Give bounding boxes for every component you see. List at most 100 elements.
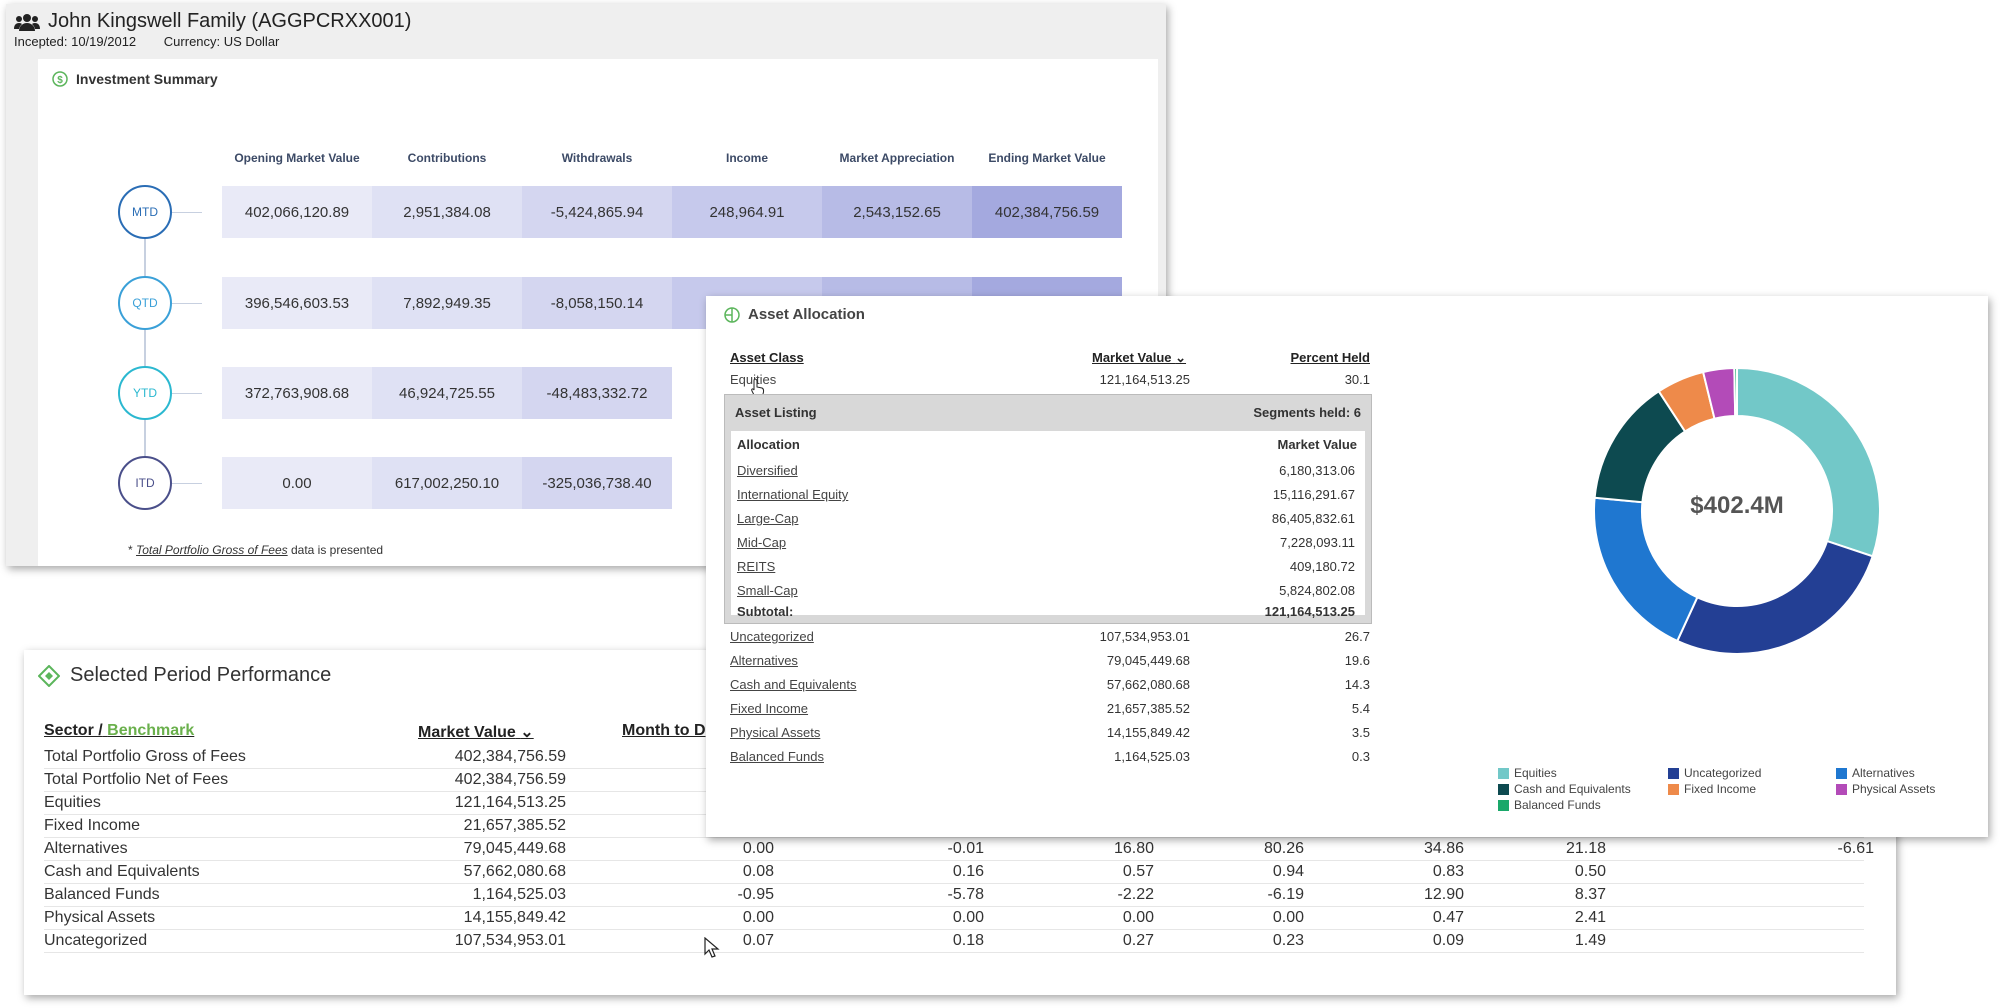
col-aa-market-value[interactable]: Market Value ⌄	[1092, 350, 1186, 366]
col-percent-held[interactable]: Percent Held	[1286, 350, 1370, 365]
performance-return-value: 0.00	[1122, 909, 1154, 926]
legend-label: Uncategorized	[1684, 766, 1762, 780]
ytd-opening-value: 372,763,908.68	[222, 367, 372, 419]
period-ytd[interactable]: YTD	[118, 366, 172, 420]
listing-market-value: 409,180.72	[1289, 559, 1355, 574]
performance-title: Selected Period Performance	[38, 664, 331, 687]
performance-return-value: -0.01	[947, 840, 984, 857]
timeline-branch	[172, 483, 202, 484]
donut-slice-uncategorized[interactable]	[1675, 539, 1874, 655]
donut-total-label: $402.4M	[1690, 492, 1784, 519]
performance-return-value: 0.83	[1432, 863, 1464, 880]
qtd-contributions: 7,892,949.35	[372, 277, 522, 329]
col-sector-benchmark[interactable]: Sector / Benchmark	[44, 722, 194, 740]
legend-item[interactable]: Uncategorized	[1668, 766, 1761, 780]
listing-market-value: 7,228,093.11	[1280, 535, 1355, 550]
donut-slice-balanced-funds[interactable]	[1733, 366, 1738, 418]
subtotal-label: Subtotal:	[737, 604, 794, 619]
listing-allocation-link[interactable]: Diversified	[737, 463, 798, 478]
legend-item[interactable]: Cash and Equivalents	[1498, 782, 1631, 796]
legend-swatch	[1668, 767, 1679, 779]
asset-row[interactable]: Cash and Equivalents 57,662,080.68 14.3	[730, 673, 1370, 697]
asset-class-link[interactable]: Uncategorized	[730, 629, 814, 644]
asset-class-link[interactable]: Alternatives	[730, 653, 798, 668]
investment-summary-label: Investment Summary	[76, 71, 218, 87]
asset-row[interactable]: Alternatives 79,045,449.68 19.6	[730, 649, 1370, 673]
performance-sector-name: Uncategorized	[44, 932, 148, 949]
legend-item[interactable]: Alternatives	[1836, 766, 1915, 780]
listing-row[interactable]: REITS 409,180.72	[737, 555, 1357, 579]
period-mtd[interactable]: MTD	[118, 185, 172, 239]
footnote-link[interactable]: Total Portfolio Gross of Fees	[136, 543, 288, 557]
legend-item[interactable]: Physical Assets	[1836, 782, 1935, 796]
performance-market-value: 402,384,756.59	[454, 748, 566, 765]
asset-class-link[interactable]: Fixed Income	[730, 701, 808, 716]
asset-percent: 14.3	[1344, 677, 1370, 692]
asset-market-value: 21,657,385.52	[1106, 701, 1190, 716]
legend-item[interactable]: Equities	[1498, 766, 1557, 780]
performance-return-value: 0.27	[1122, 932, 1154, 949]
performance-market-value: 21,657,385.52	[463, 817, 566, 834]
portfolio-title-text: John Kingswell Family (AGGPCRXX001)	[48, 10, 412, 32]
performance-market-value: 1,164,525.03	[472, 886, 566, 903]
performance-return-value: 0.00	[742, 909, 774, 926]
asset-row[interactable]: Uncategorized 107,534,953.01 26.7	[730, 625, 1370, 649]
asset-row[interactable]: Balanced Funds 1,164,525.03 0.3	[730, 745, 1370, 769]
performance-market-value: 14,155,849.42	[463, 909, 566, 926]
performance-market-value: 57,662,080.68	[463, 863, 566, 880]
listing-allocation-link[interactable]: REITS	[737, 559, 775, 574]
listing-row[interactable]: Small-Cap 5,824,802.08	[737, 579, 1357, 603]
performance-market-value: 107,534,953.01	[454, 932, 566, 949]
svg-text:$: $	[57, 75, 63, 86]
subtotal-value: 121,164,513.25	[1264, 604, 1355, 619]
asset-percent: 3.5	[1351, 725, 1370, 740]
itd-contributions: 617,002,250.10	[372, 457, 522, 509]
itd-opening-value: 0.00	[222, 457, 372, 509]
performance-title-text: Selected Period Performance	[70, 664, 332, 686]
performance-return-value: 0.07	[742, 932, 774, 949]
listing-allocation-link[interactable]: Small-Cap	[737, 583, 798, 598]
performance-return-value: -6.19	[1267, 886, 1304, 903]
asset-class-link[interactable]: Balanced Funds	[730, 749, 824, 764]
listing-allocation-link[interactable]: Mid-Cap	[737, 535, 786, 550]
col-market-value-sort[interactable]: Market Value ⌄	[418, 722, 534, 742]
listing-row[interactable]: Diversified 6,180,313.06	[737, 459, 1357, 483]
currency-label: Currency: US Dollar	[163, 34, 280, 49]
asset-class-link[interactable]: Physical Assets	[730, 725, 820, 740]
performance-row: Uncategorized 107,534,953.01 0.07 0.18 0.27 0…	[44, 930, 1864, 953]
mtd-market-appreciation: 2,543,152.65	[822, 186, 972, 238]
legend-label: Fixed Income	[1684, 782, 1757, 796]
asset-market-value: 121,164,513.25	[1099, 372, 1190, 387]
footnote-text: data is presented	[287, 543, 384, 557]
family-icon	[14, 13, 40, 31]
donut-slice-equities[interactable]	[1736, 366, 1881, 558]
timeline-branch	[172, 212, 202, 213]
asset-market-value: 57,662,080.68	[1106, 677, 1190, 692]
col-month-to-date[interactable]: Month to D	[622, 722, 706, 740]
legend-item[interactable]: Balanced Funds	[1498, 798, 1601, 812]
performance-row: Balanced Funds 1,164,525.03 -0.95 -5.78 -2.2…	[44, 884, 1864, 907]
listing-row[interactable]: International Equity 15,116,291.67	[737, 483, 1357, 507]
asset-market-value: 1,164,525.03	[1114, 749, 1190, 764]
listing-allocation-link[interactable]: Large-Cap	[737, 511, 798, 526]
performance-market-value: 121,164,513.25	[454, 794, 566, 811]
ytd-withdrawals: -48,483,332.72	[522, 367, 672, 419]
performance-return-value: 34.86	[1423, 840, 1464, 857]
asset-row-equities[interactable]: Equities 121,164,513.25 30.1	[730, 368, 1370, 392]
listing-row[interactable]: Mid-Cap 7,228,093.11	[737, 531, 1357, 555]
performance-row: Physical Assets 14,155,849.42 0.00 0.00 0.00…	[44, 907, 1864, 930]
asset-percent: 19.6	[1344, 653, 1370, 668]
period-qtd[interactable]: QTD	[118, 276, 172, 330]
asset-row[interactable]: Fixed Income 21,657,385.52 5.4	[730, 697, 1370, 721]
performance-return-value: 0.08	[742, 863, 774, 880]
listing-row[interactable]: Large-Cap 86,405,832.61	[737, 507, 1357, 531]
period-itd[interactable]: ITD	[118, 456, 172, 510]
performance-return-value: 0.00	[1272, 909, 1304, 926]
col-asset-class[interactable]: Asset Class	[730, 350, 804, 365]
chevron-down-icon: ⌄	[1175, 350, 1187, 365]
asset-class-link[interactable]: Cash and Equivalents	[730, 677, 856, 692]
legend-item[interactable]: Fixed Income	[1668, 782, 1756, 796]
listing-allocation-link[interactable]: International Equity	[737, 487, 848, 502]
asset-row[interactable]: Physical Assets 14,155,849.42 3.5	[730, 721, 1370, 745]
performance-return-value: -2.22	[1117, 886, 1154, 903]
